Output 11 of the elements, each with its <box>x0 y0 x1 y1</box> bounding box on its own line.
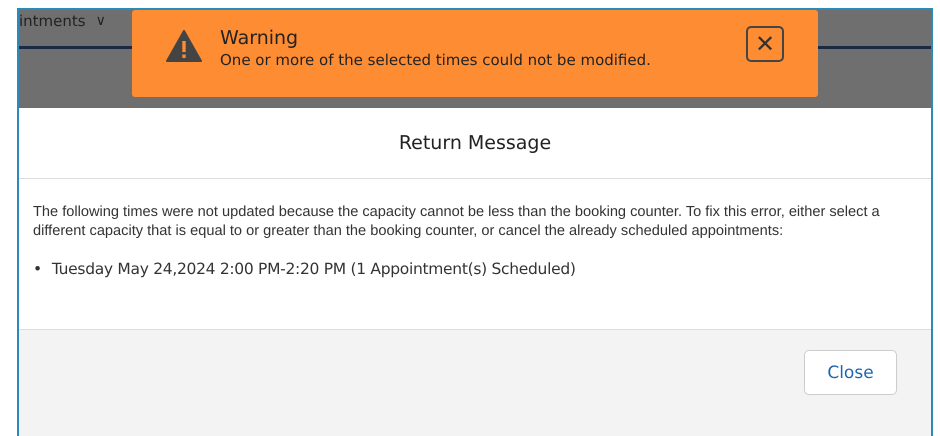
tab-label[interactable]: intments <box>19 12 86 30</box>
close-button[interactable]: Close <box>804 350 897 395</box>
message-text: The following times were not updated because the capacity cannot be less than the booking counter. To fix this error, either select a different capacity that is equal to or greater than the booking counter, or cancel the already scheduled appointments: <box>33 203 881 241</box>
close-icon[interactable]: ✕ <box>746 26 784 62</box>
toast-title: Warning <box>220 26 300 48</box>
warning-icon <box>166 30 202 62</box>
list-item: Tuesday May 24,2024 2:00 PM-2:20 PM (1 Appointment(s) Scheduled) <box>52 259 576 279</box>
caret-icon[interactable]: ∨ <box>96 13 106 29</box>
toast-message: One or more of the selected times could not be modified. <box>220 50 652 68</box>
bullet: • <box>33 259 42 279</box>
modal-title: Return Message <box>398 132 552 154</box>
